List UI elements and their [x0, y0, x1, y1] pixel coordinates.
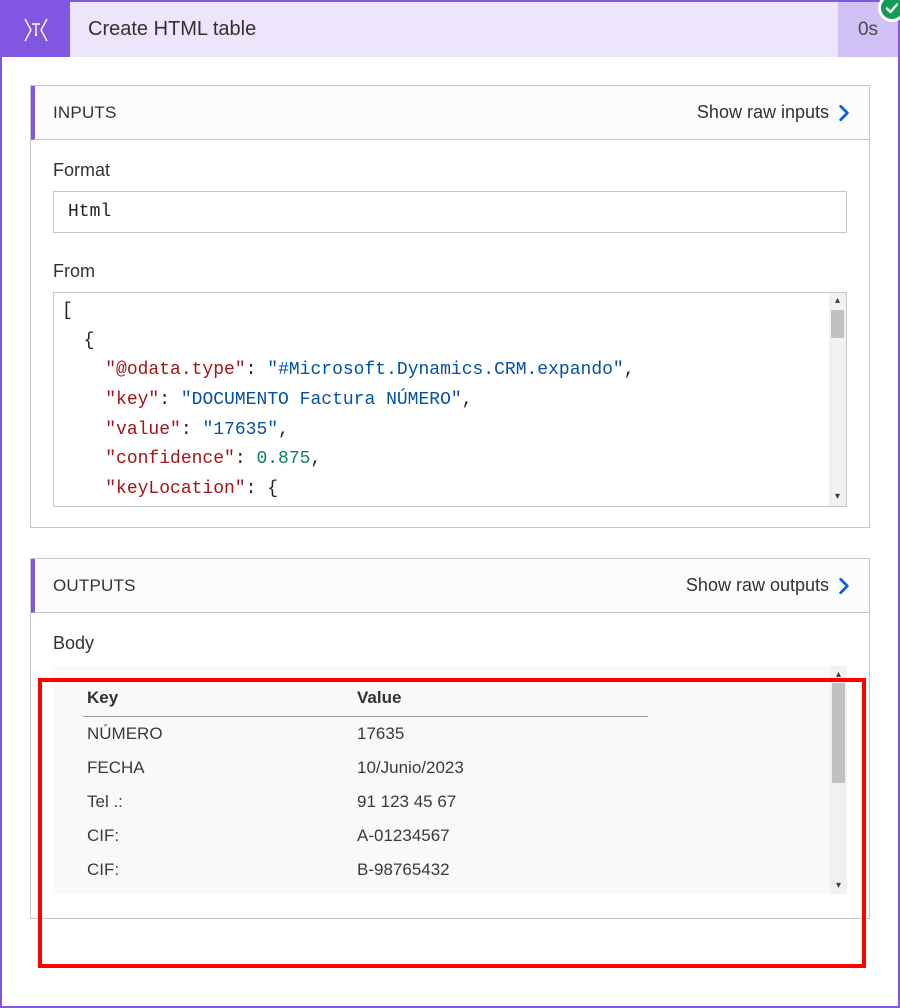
code-scrollbar[interactable]: ▴ ▾	[829, 293, 846, 506]
scroll-thumb[interactable]	[832, 683, 845, 783]
inputs-title: INPUTS	[53, 103, 117, 123]
inputs-card-header: INPUTS Show raw inputs	[31, 86, 869, 140]
table-row: CIF:B-98765432	[83, 853, 648, 887]
table-cell-key: CIF:	[83, 819, 353, 853]
scroll-down-button[interactable]: ▾	[829, 489, 846, 506]
show-raw-inputs-link[interactable]: Show raw inputs	[697, 102, 853, 123]
action-header: Create HTML table 0s	[2, 2, 898, 57]
table-cell-value: A-01234567	[353, 819, 648, 853]
content-area: INPUTS Show raw inputs Format Html From …	[2, 57, 898, 947]
chevron-right-icon	[835, 577, 853, 595]
table-cell-value: B-98765432	[353, 853, 648, 887]
scroll-up-button[interactable]: ▴	[829, 293, 846, 310]
table-row: Tel .:91 123 45 67	[83, 785, 648, 819]
body-scrollbar[interactable]: ▴ ▾	[830, 666, 847, 894]
data-operation-icon	[19, 13, 53, 47]
table-cell-value: 10/Junio/2023	[353, 751, 648, 785]
check-icon	[884, 0, 900, 16]
table-row: CIF:A-01234567	[83, 819, 648, 853]
table-cell-value: 17635	[353, 717, 648, 752]
table-header-key: Key	[83, 682, 353, 717]
show-raw-outputs-label: Show raw outputs	[686, 575, 829, 596]
table-cell-key: CIF:	[83, 853, 353, 887]
outputs-card: OUTPUTS Show raw outputs Body Key Value …	[30, 558, 870, 919]
scroll-thumb[interactable]	[831, 310, 844, 338]
scroll-down-button[interactable]: ▾	[830, 877, 847, 894]
show-raw-inputs-label: Show raw inputs	[697, 102, 829, 123]
table-cell-key: NÚMERO	[83, 717, 353, 752]
outputs-card-header: OUTPUTS Show raw outputs	[31, 559, 869, 613]
from-code-block[interactable]: [ { "@odata.type": "#Microsoft.Dynamics.…	[53, 292, 847, 507]
from-label: From	[53, 261, 847, 282]
body-label: Body	[53, 633, 847, 654]
table-cell-value: 91 123 45 67	[353, 785, 648, 819]
outputs-card-body: Body Key Value NÚMERO17635FECHA10/Junio/…	[31, 613, 869, 918]
action-title: Create HTML table	[70, 2, 838, 57]
format-label: Format	[53, 160, 847, 181]
table-cell-key: FECHA	[83, 751, 353, 785]
outputs-title: OUTPUTS	[53, 576, 136, 596]
inputs-card-body: Format Html From [ { "@odata.type": "#Mi…	[31, 140, 869, 527]
body-table: Key Value NÚMERO17635FECHA10/Junio/2023T…	[83, 682, 648, 887]
table-header-value: Value	[353, 682, 648, 717]
scroll-up-button[interactable]: ▴	[830, 666, 847, 683]
action-icon-box	[2, 2, 70, 57]
code-content: [ { "@odata.type": "#Microsoft.Dynamics.…	[54, 293, 846, 507]
format-value-box: Html	[53, 191, 847, 233]
body-table-wrap: Key Value NÚMERO17635FECHA10/Junio/2023T…	[53, 666, 847, 894]
table-row: NÚMERO17635	[83, 717, 648, 752]
table-row: FECHA10/Junio/2023	[83, 751, 648, 785]
show-raw-outputs-link[interactable]: Show raw outputs	[686, 575, 853, 596]
inputs-card: INPUTS Show raw inputs Format Html From …	[30, 85, 870, 528]
table-header-row: Key Value	[83, 682, 648, 717]
table-cell-key: Tel .:	[83, 785, 353, 819]
chevron-right-icon	[835, 104, 853, 122]
